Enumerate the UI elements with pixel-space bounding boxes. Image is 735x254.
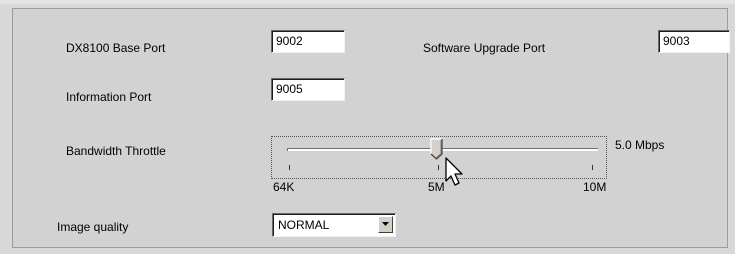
chevron-down-icon [382, 222, 389, 226]
slider-tick-max [592, 165, 593, 170]
mouse-pointer-icon [445, 157, 463, 186]
base-port-input[interactable]: 9002 [271, 30, 345, 53]
info-port-input[interactable]: 9005 [271, 78, 345, 101]
image-quality-label: Image quality [57, 220, 129, 234]
bandwidth-value: 5.0 Mbps [615, 138, 665, 152]
upgrade-port-label: Software Upgrade Port [423, 41, 546, 55]
info-port-label: Information Port [66, 90, 152, 104]
dropdown-button[interactable] [378, 216, 393, 233]
slider-tick-mid [438, 165, 439, 170]
image-quality-select[interactable]: NORMAL [272, 213, 396, 237]
slider-max-label: 10M [583, 180, 607, 194]
slider-thumb-icon[interactable] [430, 138, 444, 160]
slider-mid-label: 5M [428, 180, 445, 194]
bandwidth-label: Bandwidth Throttle [66, 144, 166, 158]
image-quality-value: NORMAL [278, 218, 330, 232]
slider-min-label: 64K [273, 180, 295, 194]
upgrade-port-input[interactable]: 9003 [658, 30, 730, 53]
base-port-label: DX8100 Base Port [66, 41, 166, 55]
top-edge [0, 0, 735, 4]
slider-tick-min [289, 165, 290, 170]
